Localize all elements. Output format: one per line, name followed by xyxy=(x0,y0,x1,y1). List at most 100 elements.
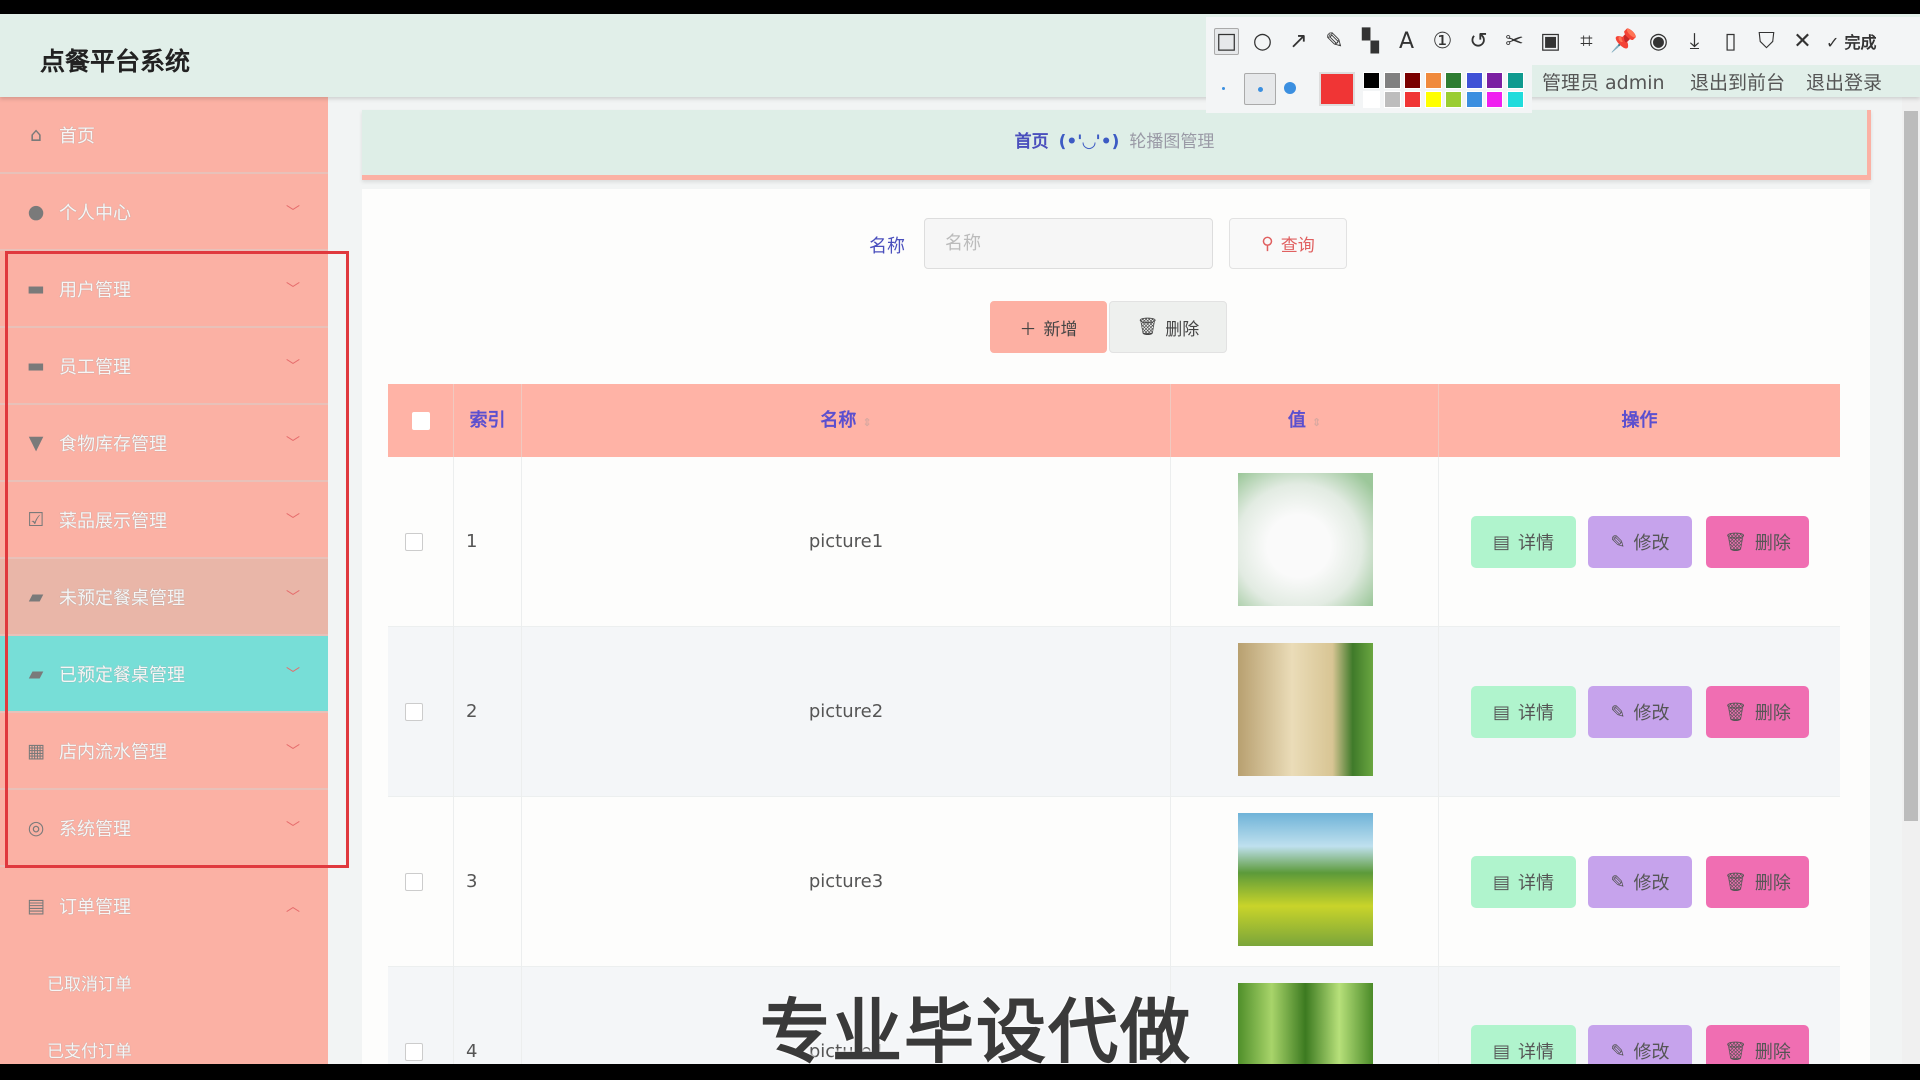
scrollbar-thumb[interactable] xyxy=(1904,111,1918,821)
color-swatch[interactable] xyxy=(1507,91,1524,108)
rectangle-tool-icon[interactable]: □ xyxy=(1214,28,1239,55)
detail-button[interactable]: ▤详情 xyxy=(1471,516,1576,568)
undo-icon[interactable]: ↺ xyxy=(1466,29,1491,54)
row-select-cell xyxy=(388,457,454,627)
header-value[interactable]: 值⇕ xyxy=(1171,384,1439,457)
arrow-tool-icon[interactable]: ↗ xyxy=(1286,29,1311,54)
color-swatch[interactable] xyxy=(1486,91,1503,108)
sidebar-item-home[interactable]: ⌂首页 xyxy=(0,97,328,174)
sidebar-item-personal[interactable]: ●个人中心﹀ xyxy=(0,174,328,251)
pen-tool-icon[interactable]: ✎ xyxy=(1322,29,1347,54)
edit-label: 修改 xyxy=(1634,529,1670,555)
color-swatch[interactable] xyxy=(1466,72,1483,89)
color-swatch[interactable] xyxy=(1466,91,1483,108)
sort-icon[interactable]: ⇕ xyxy=(862,416,871,429)
mosaic-tool-icon[interactable]: ▚ xyxy=(1358,29,1383,54)
submenu-paid-orders[interactable]: 已支付订单 xyxy=(47,1037,132,1062)
delete-label: 删除 xyxy=(1755,1038,1791,1064)
row-select-cell xyxy=(388,797,454,967)
bookmark-icon[interactable]: ⛉ xyxy=(1754,29,1779,54)
detail-button[interactable]: ▤详情 xyxy=(1471,856,1576,908)
color-swatch[interactable] xyxy=(1486,72,1503,89)
breadcrumb-current: 轮播图管理 xyxy=(1129,132,1214,152)
color-swatch[interactable] xyxy=(1384,91,1401,108)
row-checkbox[interactable] xyxy=(405,703,423,721)
delete-button[interactable]: 🗑删除 xyxy=(1706,686,1809,738)
color-swatch[interactable] xyxy=(1363,72,1380,89)
delete-button[interactable]: 🗑 删除 xyxy=(1706,1025,1809,1064)
delete-label: 删除 xyxy=(1755,699,1791,725)
sort-icon[interactable]: ⇕ xyxy=(1312,416,1321,429)
document-icon: ▤ xyxy=(1493,702,1510,723)
edit-button[interactable]: ✎修改 xyxy=(1588,1025,1692,1064)
breadcrumb-home[interactable]: 首页 xyxy=(1015,132,1049,152)
header-name[interactable]: 名称⇕ xyxy=(522,384,1171,457)
color-swatch[interactable] xyxy=(1363,91,1380,108)
download-icon[interactable]: ⤓ xyxy=(1682,29,1707,54)
color-swatch[interactable] xyxy=(1425,91,1442,108)
edit-button[interactable]: ✎修改 xyxy=(1588,516,1692,568)
size-medium-button[interactable] xyxy=(1244,73,1276,105)
delete-label: 删除 xyxy=(1755,529,1791,555)
query-button[interactable]: ⚲ 查询 xyxy=(1229,218,1347,269)
row-checkbox[interactable] xyxy=(405,533,423,551)
phone-icon[interactable]: ▯ xyxy=(1718,29,1743,54)
row-select-cell xyxy=(388,627,454,797)
document-icon: ▤ xyxy=(1493,1041,1510,1062)
row-name: picture2 xyxy=(522,627,1171,797)
row-image[interactable] xyxy=(1238,473,1373,606)
trash-icon: 🗑 xyxy=(1724,1041,1747,1062)
text-tool-icon[interactable]: A xyxy=(1394,29,1419,54)
cut-icon[interactable]: ✂ xyxy=(1502,29,1527,54)
search-input[interactable] xyxy=(924,218,1213,269)
scrollbar[interactable] xyxy=(1902,97,1920,1064)
select-all-checkbox[interactable] xyxy=(412,412,430,430)
delete-button[interactable]: 🗑删除 xyxy=(1706,856,1809,908)
number-tool-icon[interactable]: ① xyxy=(1430,29,1455,54)
size-large-icon[interactable] xyxy=(1284,82,1296,94)
sidebar-item-label: 首页 xyxy=(59,122,95,148)
record-icon[interactable]: ◉ xyxy=(1646,29,1671,54)
color-swatch[interactable] xyxy=(1445,72,1462,89)
batch-delete-button[interactable]: 🗑删除 xyxy=(1109,301,1227,353)
edit-button[interactable]: ✎修改 xyxy=(1588,856,1692,908)
sidebar-item-orders[interactable]: ▤订单管理︿ xyxy=(0,867,328,944)
search-icon: ⚲ xyxy=(1261,234,1273,254)
edit-button[interactable]: ✎修改 xyxy=(1588,686,1692,738)
detail-button[interactable]: ▤ 详情 xyxy=(1471,686,1576,738)
delete-button[interactable]: 🗑删除 xyxy=(1706,516,1809,568)
color-swatch[interactable] xyxy=(1404,91,1421,108)
submenu-cancelled-orders[interactable]: 已取消订单 xyxy=(47,970,132,995)
color-swatch[interactable] xyxy=(1507,72,1524,89)
add-button[interactable]: ＋新增 xyxy=(990,301,1107,353)
row-checkbox[interactable] xyxy=(405,873,423,891)
row-image[interactable] xyxy=(1238,813,1373,946)
pin-icon[interactable]: 📌 xyxy=(1610,29,1635,54)
color-swatch[interactable] xyxy=(1384,72,1401,89)
color-swatch[interactable] xyxy=(1425,72,1442,89)
color-swatch[interactable] xyxy=(1445,91,1462,108)
chevron-down-icon: ﹀ xyxy=(286,202,300,222)
ocr-icon[interactable]: ⌗ xyxy=(1574,29,1599,54)
current-color-swatch[interactable] xyxy=(1319,72,1355,106)
close-icon[interactable]: ✕ xyxy=(1790,29,1815,54)
query-button-label: 查询 xyxy=(1281,231,1315,256)
ellipse-tool-icon[interactable]: ○ xyxy=(1250,29,1275,54)
done-button[interactable]: ✓ 完成 xyxy=(1826,29,1877,53)
size-small-icon[interactable] xyxy=(1222,87,1225,90)
translate-icon[interactable]: ▣ xyxy=(1538,29,1563,54)
pencil-icon: ✎ xyxy=(1610,1041,1625,1062)
table-row: 2 picture2 ▤详情 ✎修改 🗑删除 xyxy=(388,627,1840,797)
detail-button[interactable]: ▤详情 xyxy=(1471,1025,1576,1064)
row-checkbox[interactable] xyxy=(405,1043,423,1061)
header-value-label: 值 xyxy=(1288,410,1306,431)
sidebar-item-label: 个人中心 xyxy=(59,199,131,225)
row-image[interactable] xyxy=(1238,643,1373,776)
sidebar-item-label: 订单管理 xyxy=(59,893,131,919)
edit-label: 修改 xyxy=(1634,699,1670,725)
table-row: 3 picture3 ▤详情 ✎修改 🗑删除 xyxy=(388,797,1840,967)
detail-label: 详情 xyxy=(1518,699,1554,725)
color-swatch[interactable] xyxy=(1404,72,1421,89)
breadcrumb-separator: (•'◡'•) xyxy=(1059,132,1120,152)
row-image[interactable] xyxy=(1238,983,1373,1064)
